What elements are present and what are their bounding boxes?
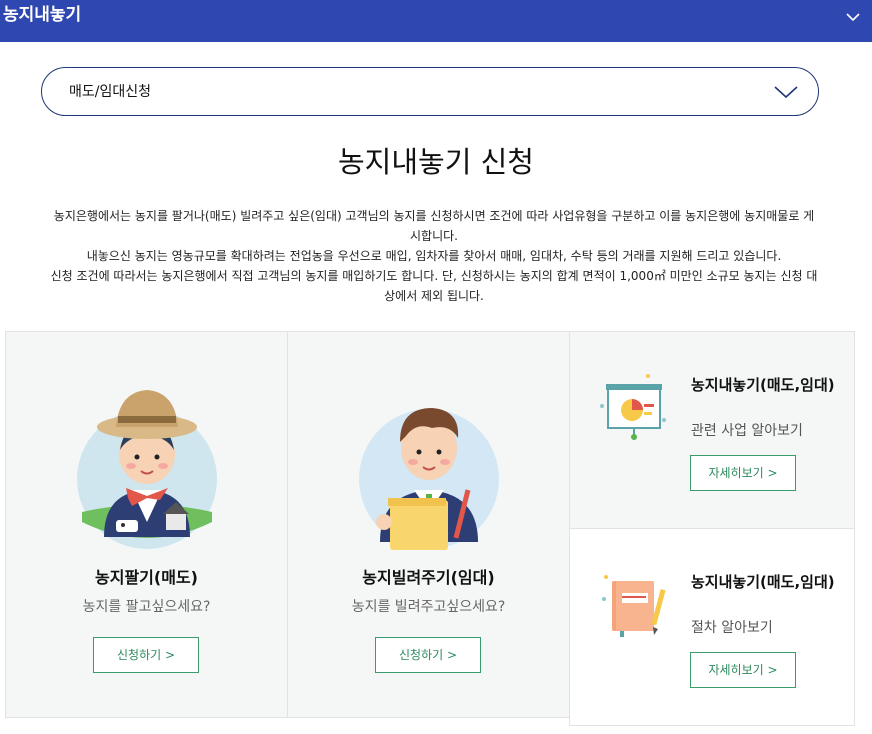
intro-line: 시합니다.	[410, 229, 458, 243]
intro-line: 농지은행에서는 농지를 팔거나(매도) 빌려주고 싶은(임대) 고객님의 농지를…	[53, 209, 815, 223]
type-select[interactable]: 매도/임대신청	[41, 67, 819, 116]
chevron-down-icon	[774, 86, 798, 99]
rent-card-subtitle: 농지를 빌려주고싶으세요?	[351, 599, 506, 615]
notebook-pencil-icon	[602, 575, 666, 637]
chevron-down-icon[interactable]	[845, 9, 861, 25]
sell-card-title: 농지팔기(매도)	[95, 568, 198, 587]
intro-line: 상에서 제외 됩니다.	[384, 289, 484, 303]
office-worker-avatar-icon	[359, 408, 499, 550]
sell-card-subtitle: 농지를 팔고싶으세요?	[82, 599, 211, 615]
top-bar-title: 농지내놓기	[3, 5, 82, 25]
sell-card: 농지팔기(매도) 농지를 팔고싶으세요? 신청하기 >	[5, 331, 288, 718]
sell-apply-button[interactable]: 신청하기 >	[93, 637, 199, 673]
intro-line: 내놓으신 농지는 영농규모를 확대하려는 전업농을 우선으로 매입, 임차자를 …	[86, 249, 782, 263]
related-business-detail-button[interactable]: 자세히보기 >	[690, 455, 796, 491]
procedure-subtitle: 절차 알아보기	[691, 620, 773, 636]
farmer-avatar-icon	[77, 390, 217, 549]
rent-card: 농지빌려주기(임대) 농지를 빌려주고싶으세요? 신청하기 >	[287, 331, 570, 718]
related-business-card: 농지내놓기(매도,임대) 관련 사업 알아보기 자세히보기 >	[569, 331, 855, 529]
related-business-title: 농지내놓기(매도,임대)	[691, 376, 835, 394]
page-title: 농지내놓기 신청	[338, 145, 534, 179]
type-select-value: 매도/임대신청	[69, 84, 151, 100]
procedure-title: 농지내놓기(매도,임대)	[691, 573, 835, 591]
intro-text: 농지은행에서는 농지를 팔거나(매도) 빌려주고 싶은(임대) 고객님의 농지를…	[4, 206, 864, 306]
intro-line: 신청 조건에 따라서는 농지은행에서 직접 고객님의 농지를 매입하기도 합니다…	[50, 269, 818, 283]
procedure-detail-button[interactable]: 자세히보기 >	[690, 652, 796, 688]
related-business-subtitle: 관련 사업 알아보기	[691, 423, 803, 439]
presentation-chart-icon	[600, 374, 666, 440]
rent-apply-button[interactable]: 신청하기 >	[375, 637, 481, 673]
procedure-card: 농지내놓기(매도,임대) 절차 알아보기 자세히보기 >	[569, 528, 855, 726]
top-bar[interactable]: 농지내놓기	[0, 0, 872, 42]
rent-card-title: 농지빌려주기(임대)	[362, 568, 495, 587]
